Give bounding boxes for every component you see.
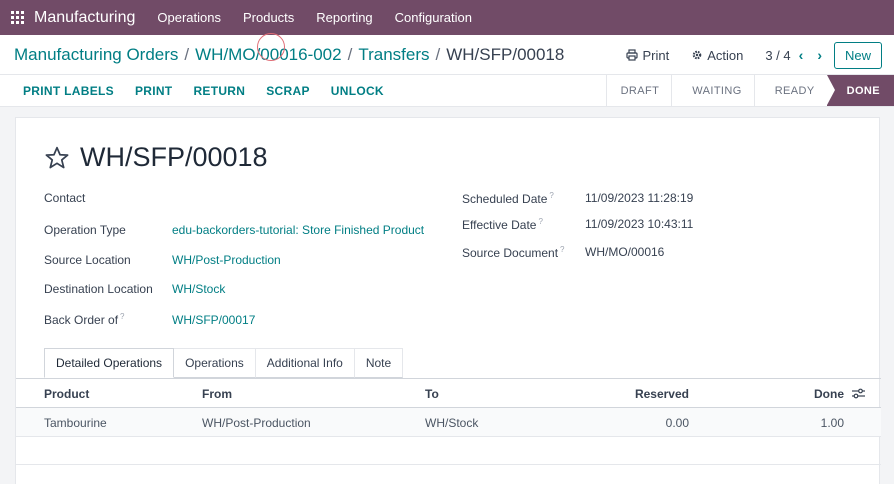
star-icon[interactable] [44,145,70,171]
breadcrumb-manufacturing-orders[interactable]: Manufacturing Orders [14,45,178,65]
notebook-tabs: Detailed Operations Operations Additiona… [44,348,404,378]
pager-previous-icon[interactable]: ‹ [799,47,804,63]
pager-value: 3 / 4 [765,47,791,63]
help-tooltip-icon[interactable]: ? [538,217,542,226]
scheduled-date-value[interactable]: 11/09/2023 11:28:19 [585,191,693,205]
operation-type-value[interactable]: edu-backorders-tutorial: Store Finished … [172,223,424,237]
breadcrumb-current: WH/SFP/00018 [446,44,565,64]
optional-columns-icon[interactable] [852,388,865,399]
destination-location-label: Destination Location [44,282,153,296]
cell-product: Tambourine [44,416,107,430]
scheduled-date-label: Scheduled Date? [462,191,554,206]
effective-date-label-text: Effective Date [462,218,537,232]
mouse-cursor-highlight [257,33,285,61]
record-title: WH/SFP/00018 [80,142,268,172]
scheduled-date-label-text: Scheduled Date [462,192,548,206]
column-product[interactable]: Product [44,387,89,401]
tab-detailed-operations[interactable]: Detailed Operations [44,348,175,378]
tab-operations[interactable]: Operations [173,348,256,378]
back-order-label-text: Back Order of [44,313,119,327]
column-to[interactable]: To [425,387,439,401]
stage-ready: READY [753,75,827,106]
tab-additional-info[interactable]: Additional Info [254,348,355,378]
detailed-operations-table: Product From To Reserved Done Tambourine… [16,378,881,465]
scrap-button[interactable]: SCRAP [266,84,310,98]
breadcrumb-separator: / [184,44,190,64]
apps-grid-icon[interactable] [11,10,25,25]
pager-next-icon[interactable]: › [817,47,822,63]
source-document-value[interactable]: WH/MO/00016 [585,245,664,259]
action-button[interactable]: Action [691,48,743,63]
stage-draft: DRAFT [605,75,672,106]
new-button[interactable]: New [833,41,882,69]
back-order-value[interactable]: WH/SFP/00017 [172,313,255,327]
stage-waiting: WAITING [671,75,754,106]
back-order-label: Back Order of? [44,312,124,327]
table-footer [16,437,881,465]
cell-from: WH/Post-Production [202,416,311,430]
stage-done: DONE [826,75,894,106]
contact-label: Contact [44,191,86,205]
printer-icon [626,49,639,61]
app-name[interactable]: Manufacturing [34,9,135,27]
column-from[interactable]: From [202,387,232,401]
menu-configuration[interactable]: Configuration [395,10,472,25]
source-document-label-text: Source Document [462,246,559,260]
unlock-button[interactable]: UNLOCK [331,84,384,98]
breadcrumb-transfers[interactable]: Transfers [358,45,429,65]
print-label: Print [642,47,670,63]
breadcrumb: Manufacturing Orders / WH/MO/00016-002 /… [14,45,564,65]
column-done[interactable]: Done [814,387,844,401]
breadcrumb-separator: / [435,44,441,64]
status-bar: DRAFT WAITING READY DONE [605,75,894,106]
help-tooltip-icon[interactable]: ? [120,312,124,321]
column-reserved[interactable]: Reserved [635,387,689,401]
menu-products[interactable]: Products [243,10,294,25]
effective-date-label: Effective Date? [462,217,543,232]
source-document-label: Source Document? [462,245,565,260]
print-button[interactable]: Print [626,48,669,63]
effective-date-value: 11/09/2023 10:43:11 [585,217,694,231]
cell-reserved: 0.00 [665,416,689,430]
table-header: Product From To Reserved Done [16,379,881,408]
gear-icon [692,50,702,60]
print-action-button[interactable]: PRINT [135,84,173,98]
tab-note[interactable]: Note [353,348,404,378]
help-tooltip-icon[interactable]: ? [560,245,564,254]
source-location-label: Source Location [44,253,131,267]
source-location-value[interactable]: WH/Post-Production [172,253,281,267]
control-actions: Print Action 3 / 4 ‹ › New [626,41,882,69]
menu-operations[interactable]: Operations [157,10,221,25]
cell-done: 1.00 [820,416,844,430]
table-row[interactable]: Tambourine WH/Post-Production WH/Stock 0… [16,408,881,437]
menu-reporting[interactable]: Reporting [316,10,372,25]
top-navbar: Manufacturing Operations Products Report… [0,0,894,35]
return-button[interactable]: RETURN [193,84,245,98]
action-label: Action [707,47,744,63]
print-labels-button[interactable]: PRINT LABELS [23,84,114,98]
form-sheet: WH/SFP/00018 Contact Operation Type edu-… [15,117,881,484]
cell-to: WH/Stock [425,416,479,430]
control-panel: Manufacturing Orders / WH/MO/00016-002 /… [0,35,894,75]
help-tooltip-icon[interactable]: ? [549,191,553,200]
operation-type-label: Operation Type [44,223,126,237]
breadcrumb-separator: / [347,44,353,64]
destination-location-value[interactable]: WH/Stock [172,282,225,296]
record-title-row: WH/SFP/00018 [44,142,268,173]
